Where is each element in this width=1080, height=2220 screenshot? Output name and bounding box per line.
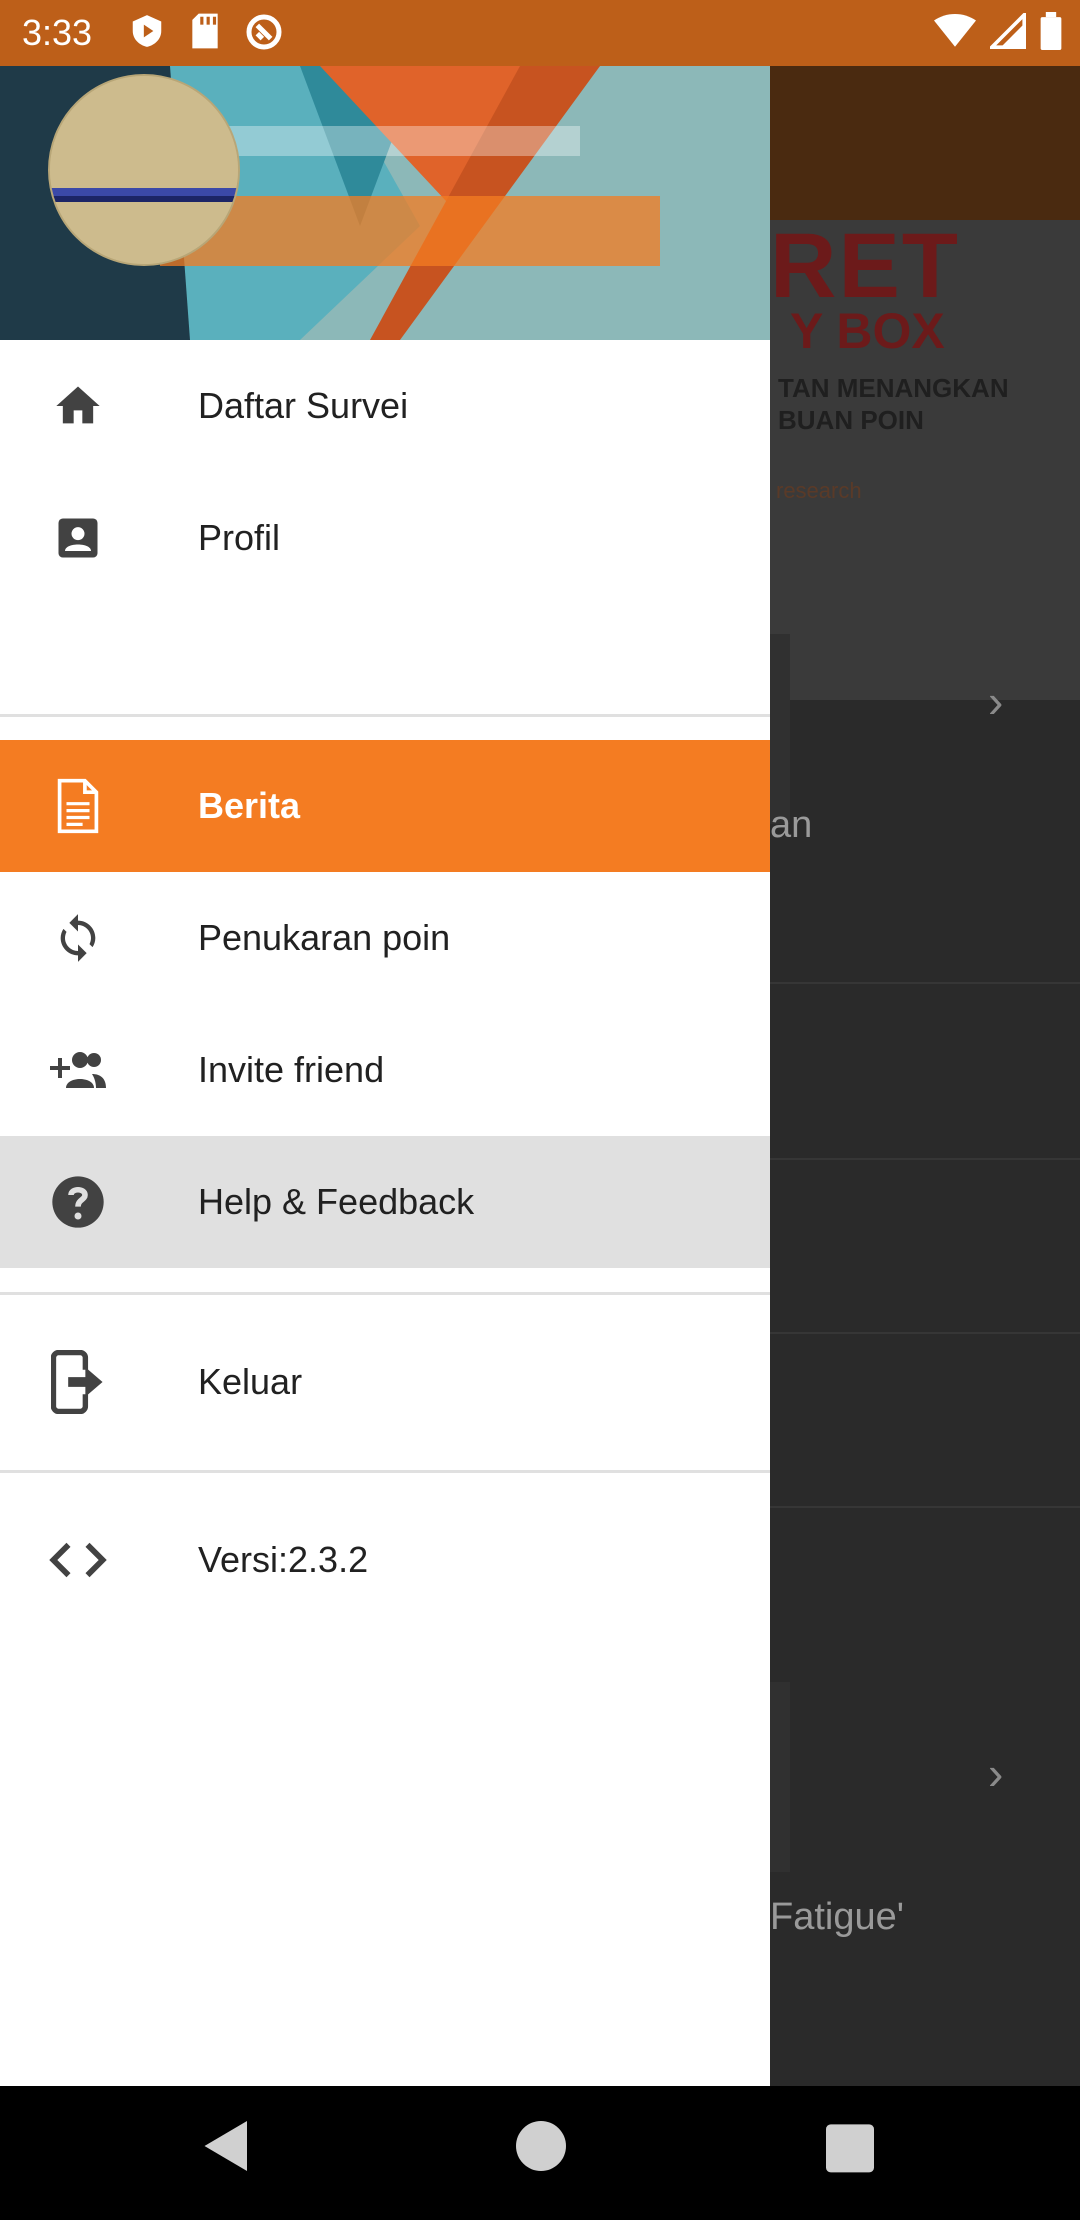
background-banner: RET Y BOX TAN MENANGKAN BUAN POIN resear… (770, 215, 1080, 700)
background-item-title: an (770, 804, 813, 846)
home-button[interactable] (516, 2118, 566, 2179)
banner-text: research (776, 478, 862, 503)
menu-item-version: Versi:2.3.2 (0, 1494, 770, 1626)
menu-item-label: Help & Feedback (198, 1181, 475, 1222)
background-thumbnail (770, 1682, 790, 1872)
divider (770, 982, 1080, 984)
recents-button[interactable] (826, 2118, 874, 2179)
menu-item-label: Profil (198, 517, 281, 558)
logout-icon (48, 1350, 108, 1414)
banner-text: BUAN POIN (778, 405, 924, 435)
system-nav-bar (0, 2086, 1080, 2220)
navigation-drawer: Daftar Survei Profil Berita Penukaran po… (0, 66, 770, 2086)
sync-circle-icon (244, 12, 284, 57)
person-add-icon (48, 1040, 108, 1100)
avatar[interactable] (48, 74, 240, 266)
home-icon (48, 376, 108, 436)
chevron-right-icon: › (988, 1747, 1004, 1799)
banner-text: Y BOX (790, 303, 945, 359)
background-app-content: RET Y BOX TAN MENANGKAN BUAN POIN resear… (770, 66, 1080, 2086)
banner-text: TAN MENANGKAN (778, 373, 1009, 403)
signal-icon (987, 10, 1026, 54)
background-thumbnail (770, 634, 790, 824)
battery-icon (1040, 12, 1062, 55)
menu-item-label: Penukaran poin (198, 917, 451, 958)
menu-separator (0, 714, 770, 717)
menu-item-penukaran-poin[interactable]: Penukaran poin (0, 872, 770, 1004)
wifi-icon (934, 13, 976, 54)
divider (770, 1332, 1080, 1334)
divider (770, 1506, 1080, 1508)
code-icon (48, 1530, 108, 1590)
menu-separator (0, 1470, 770, 1473)
refresh-icon (48, 908, 108, 968)
menu-item-label: Daftar Survei (198, 385, 409, 426)
document-icon (48, 776, 108, 836)
background-toolbar (770, 66, 1080, 220)
menu-item-label: Invite friend (198, 1049, 385, 1090)
sd-card-icon (188, 12, 222, 57)
background-item-title: Fatigue' (770, 1896, 905, 1938)
divider (770, 1158, 1080, 1160)
drawer-header (0, 66, 770, 340)
chevron-right-icon: › (988, 675, 1004, 727)
help-icon (48, 1172, 108, 1232)
play-protect-icon (128, 12, 166, 57)
menu-item-daftar-survei[interactable]: Daftar Survei (0, 340, 770, 472)
menu-item-berita[interactable]: Berita (0, 740, 770, 872)
menu-item-invite-friend[interactable]: Invite friend (0, 1004, 770, 1136)
back-button[interactable] (202, 2118, 252, 2179)
status-time: 3:33 (22, 12, 93, 53)
menu-item-label: Berita (198, 785, 301, 826)
menu-item-label: Keluar (198, 1361, 303, 1402)
menu-item-profil[interactable]: Profil (0, 472, 770, 604)
version-label: Versi:2.3.2 (198, 1539, 369, 1580)
menu-item-help-feedback[interactable]: Help & Feedback (0, 1136, 770, 1268)
menu-item-keluar[interactable]: Keluar (0, 1316, 770, 1448)
menu-separator (0, 1292, 770, 1295)
account-box-icon (48, 508, 108, 568)
status-bar: 3:33 (0, 0, 1080, 66)
